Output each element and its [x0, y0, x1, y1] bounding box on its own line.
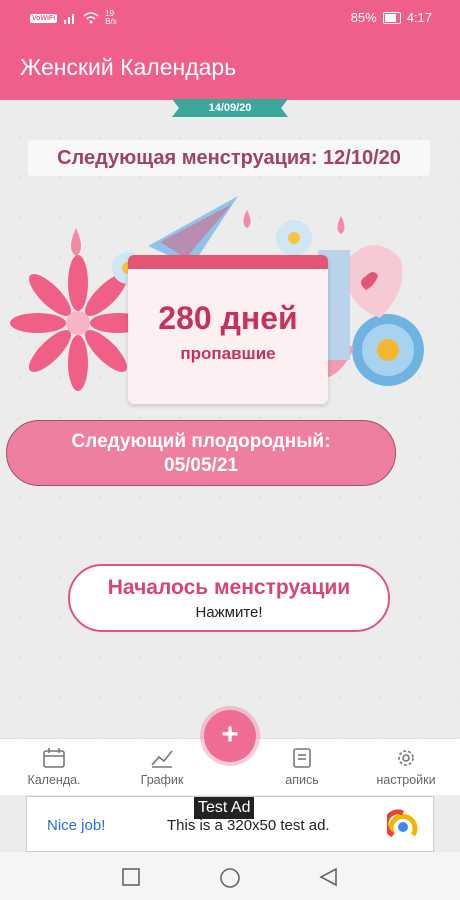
nav-notes[interactable]: апись	[262, 747, 342, 787]
start-menstruation-subtitle: Нажмите!	[195, 604, 263, 621]
late-days-count: 280 дней	[158, 300, 298, 336]
carrier-badge: VoWiFi	[30, 13, 58, 23]
next-menstruation-label: Следующая менструация: 12/10/20	[28, 140, 430, 176]
nav-calendar-label: Календа.	[27, 773, 81, 787]
status-left: VoWiFi 19 B/s	[30, 10, 117, 26]
net-speed: 19 B/s	[105, 10, 117, 26]
ad-nice-text: Nice job!	[47, 817, 106, 834]
note-icon	[293, 748, 311, 768]
late-days-label: пропавшие	[180, 344, 276, 363]
small-flower-decoration	[276, 220, 312, 256]
gear-icon	[398, 750, 414, 766]
status-time: 4:17	[406, 10, 432, 25]
ad-label: Test Ad	[194, 797, 255, 819]
battery-percent: 85%	[350, 10, 377, 25]
back-icon[interactable]	[318, 867, 338, 887]
ad-message: This is a 320x50 test ad.	[167, 817, 330, 834]
next-fertile-title: Следующий плодородный:	[71, 431, 331, 452]
nav-settings[interactable]: настройки	[366, 747, 446, 787]
battery-icon	[382, 11, 401, 24]
start-menstruation-title: Началось менструации	[107, 576, 351, 599]
start-menstruation-button[interactable]: Началось менструации Нажмите!	[68, 564, 390, 632]
wifi-icon	[83, 12, 99, 24]
app-title: Женский Календарь	[20, 54, 237, 80]
system-navigation-bar	[0, 852, 460, 900]
signal-icon	[64, 14, 75, 24]
nav-calendar[interactable]: Календа.	[14, 747, 94, 787]
drop-decoration	[71, 228, 81, 256]
app-bar: Женский Календарь	[0, 36, 460, 100]
status-bar: VoWiFi 19 B/s 85% 4:17	[0, 0, 460, 36]
recents-icon[interactable]	[122, 868, 140, 886]
drop-decoration	[337, 216, 345, 234]
add-fab-button[interactable]: +	[204, 710, 256, 762]
nav-chart[interactable]: График	[122, 747, 202, 787]
ad-logo-icon	[387, 809, 418, 838]
next-fertile-date: 05/05/21	[164, 455, 238, 476]
calendar-icon	[43, 748, 65, 768]
nav-notes-label: апись	[285, 773, 319, 787]
date-ribbon: 14/09/20	[172, 99, 288, 117]
nav-settings-label: настройки	[376, 773, 436, 787]
drop-decoration	[243, 210, 251, 228]
net-speed-unit: B/s	[105, 17, 117, 26]
status-right: 85% 4:17	[351, 10, 432, 25]
chart-icon	[151, 750, 173, 768]
nav-chart-label: График	[140, 773, 184, 787]
blue-flower-decoration	[352, 314, 424, 386]
next-fertile-banner: Следующий плодородный: 05/05/21	[6, 420, 396, 486]
home-icon[interactable]	[219, 867, 241, 889]
